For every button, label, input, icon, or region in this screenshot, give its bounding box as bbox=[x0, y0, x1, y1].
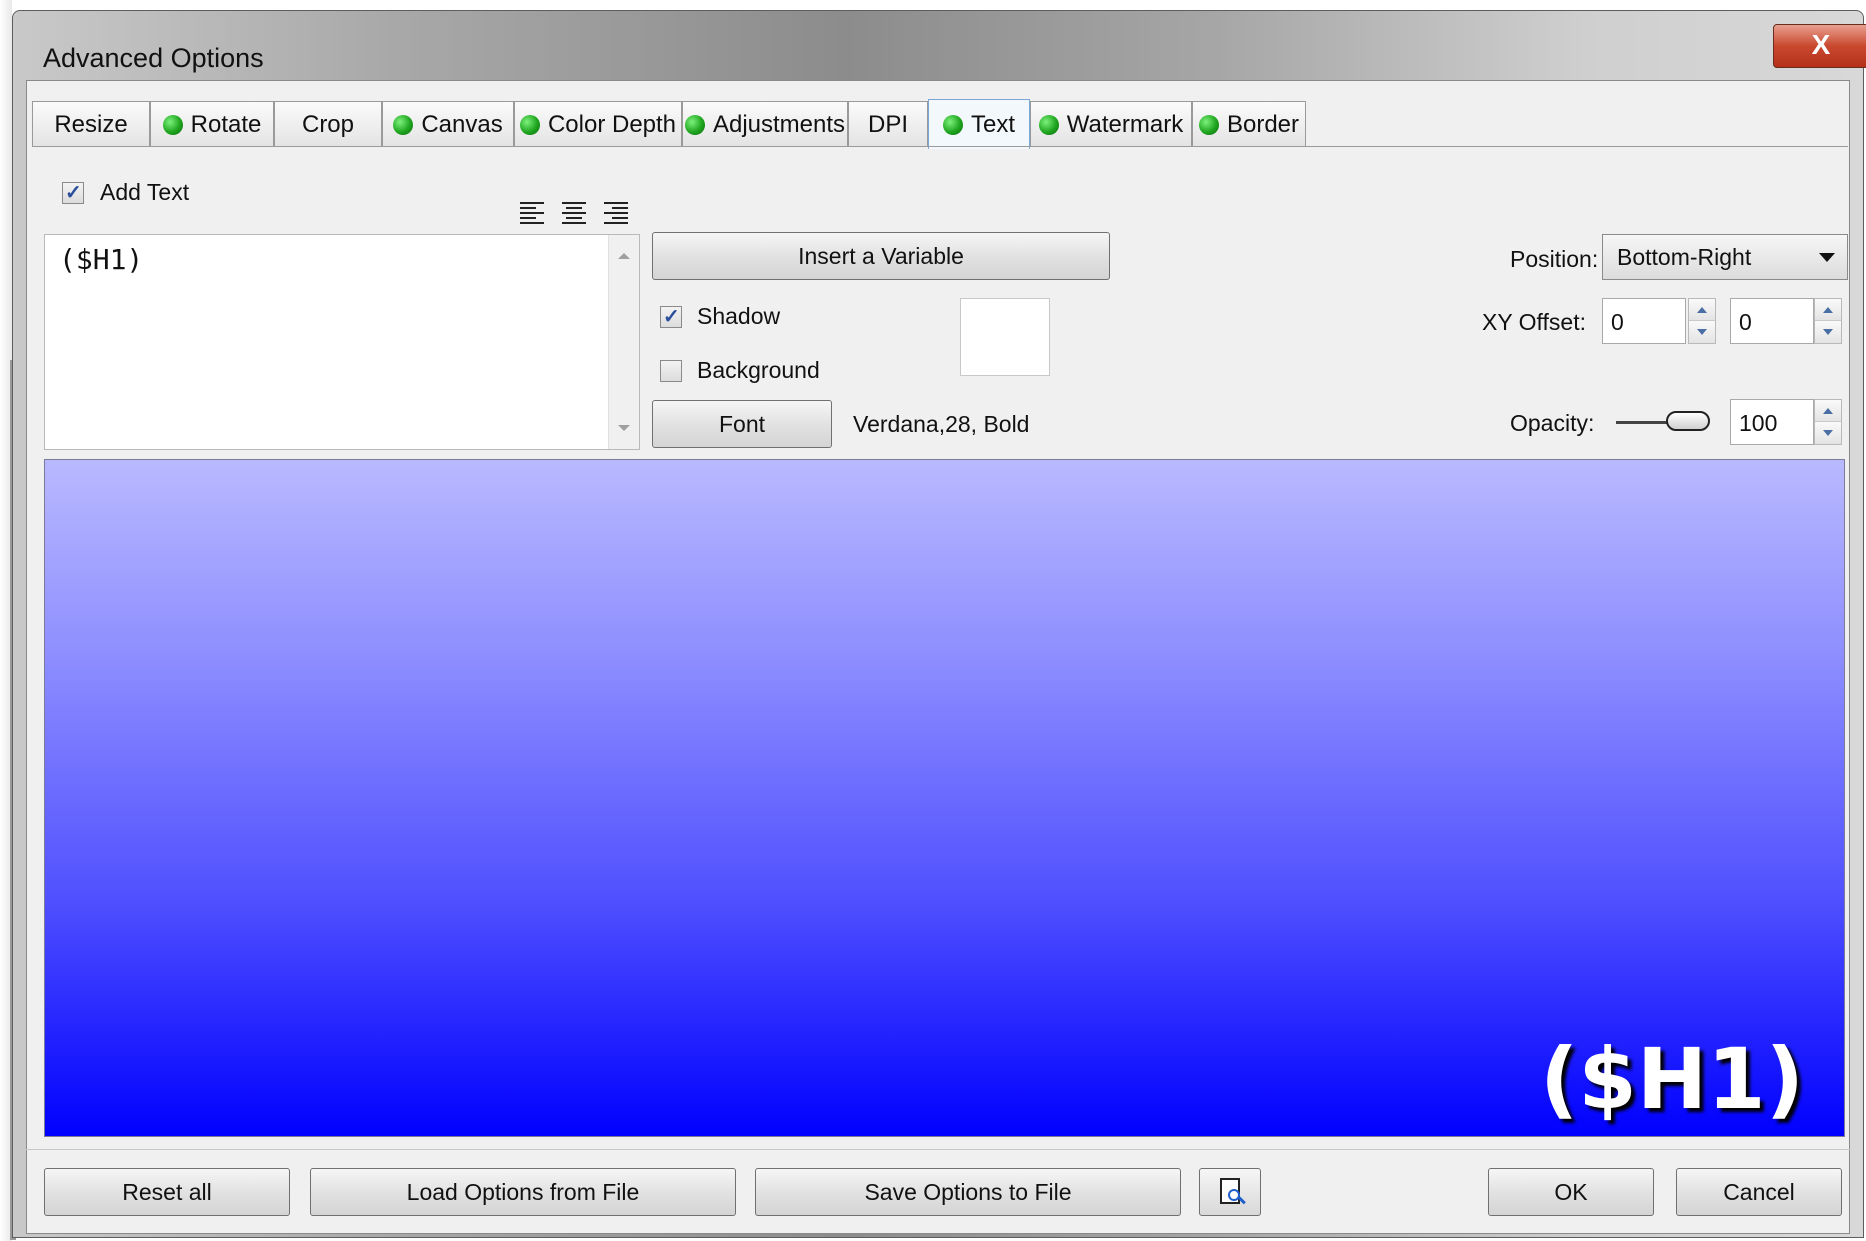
tab-text[interactable]: Text bbox=[928, 99, 1030, 149]
spin-down-icon[interactable] bbox=[1815, 422, 1841, 444]
status-dot-icon bbox=[942, 114, 963, 135]
opacity-slider-thumb[interactable] bbox=[1666, 411, 1710, 431]
tab-watermark[interactable]: Watermark bbox=[1030, 101, 1192, 147]
spin-up-icon[interactable] bbox=[1689, 299, 1715, 321]
tab-resize[interactable]: Resize bbox=[32, 101, 150, 147]
shadow-label: Shadow bbox=[697, 303, 781, 329]
save-options-button[interactable]: Save Options to File bbox=[755, 1168, 1181, 1216]
window-title: Advanced Options bbox=[43, 43, 264, 73]
spin-up-icon[interactable] bbox=[1815, 299, 1841, 321]
text-input-area[interactable]: ($H1) bbox=[44, 234, 640, 450]
status-dot-icon bbox=[519, 114, 540, 135]
text-area-scrollbar[interactable] bbox=[608, 235, 639, 449]
opacity-spinner[interactable] bbox=[1814, 399, 1842, 445]
status-dot-icon bbox=[1198, 114, 1219, 135]
tab-label: Color Depth bbox=[547, 110, 677, 138]
align-center-icon[interactable] bbox=[562, 202, 586, 226]
footer-separator bbox=[26, 1149, 1850, 1150]
cancel-button[interactable]: Cancel bbox=[1676, 1168, 1842, 1216]
status-dot-icon bbox=[162, 114, 183, 135]
ok-button[interactable]: OK bbox=[1488, 1168, 1654, 1216]
shadow-checkbox[interactable] bbox=[660, 304, 682, 329]
tab-canvas[interactable]: Canvas bbox=[382, 101, 514, 147]
close-button[interactable]: X bbox=[1773, 24, 1866, 68]
position-value: Bottom-Right bbox=[1617, 244, 1752, 270]
status-dot-icon bbox=[393, 114, 414, 135]
tab-label: Border bbox=[1226, 110, 1300, 138]
tab-label: DPI bbox=[867, 110, 908, 138]
load-options-button[interactable]: Load Options from File bbox=[310, 1168, 736, 1216]
spin-up-icon[interactable] bbox=[1815, 400, 1841, 422]
font-description: Verdana,28, Bold bbox=[853, 411, 1030, 437]
spin-down-icon[interactable] bbox=[1689, 321, 1715, 343]
tab-label: Adjustments bbox=[712, 110, 846, 138]
tab-label: Resize bbox=[54, 110, 128, 138]
tab-crop[interactable]: Crop bbox=[274, 101, 382, 147]
status-dot-icon bbox=[1038, 114, 1059, 135]
insert-variable-button[interactable]: Insert a Variable bbox=[652, 232, 1110, 280]
x-offset-field[interactable]: 0 bbox=[1602, 298, 1686, 344]
xy-offset-label: XY Offset: bbox=[1482, 309, 1586, 335]
y-offset-field[interactable]: 0 bbox=[1730, 298, 1814, 344]
background-label: Background bbox=[697, 357, 820, 383]
status-dot-icon bbox=[684, 114, 705, 135]
add-text-checkbox[interactable] bbox=[62, 180, 84, 205]
tab-label: Crop bbox=[301, 110, 355, 138]
text-input-value: ($H1) bbox=[59, 243, 144, 276]
chevron-down-icon bbox=[1819, 253, 1835, 262]
opacity-field[interactable]: 100 bbox=[1730, 399, 1814, 445]
preview-button[interactable] bbox=[1199, 1168, 1261, 1216]
opacity-label: Opacity: bbox=[1510, 410, 1595, 436]
opacity-value: 100 bbox=[1739, 410, 1778, 436]
preview-text: ($H1) bbox=[1540, 1030, 1804, 1128]
position-select[interactable]: Bottom-Right bbox=[1602, 234, 1848, 280]
scroll-down-icon[interactable] bbox=[618, 425, 630, 431]
tab-label: Watermark bbox=[1066, 110, 1184, 138]
y-offset-value: 0 bbox=[1739, 309, 1752, 335]
align-left-icon[interactable] bbox=[520, 202, 544, 226]
tab-dpi[interactable]: DPI bbox=[848, 101, 928, 147]
position-label: Position: bbox=[1510, 246, 1599, 272]
tab-color-depth[interactable]: Color Depth bbox=[514, 101, 682, 147]
x-offset-value: 0 bbox=[1611, 309, 1624, 335]
preview-canvas: ($H1) bbox=[44, 459, 1845, 1137]
tab-rotate[interactable]: Rotate bbox=[150, 101, 274, 147]
font-button[interactable]: Font bbox=[652, 400, 832, 448]
align-right-icon[interactable] bbox=[604, 202, 628, 226]
x-offset-spinner[interactable] bbox=[1688, 298, 1716, 344]
tab-label: Text bbox=[970, 110, 1015, 138]
y-offset-spinner[interactable] bbox=[1814, 298, 1842, 344]
add-text-label: Add Text bbox=[100, 179, 190, 205]
scroll-up-icon[interactable] bbox=[618, 253, 630, 259]
tab-label: Canvas bbox=[421, 110, 503, 138]
spin-down-icon[interactable] bbox=[1815, 321, 1841, 343]
tab-border[interactable]: Border bbox=[1192, 101, 1306, 147]
background-checkbox[interactable] bbox=[660, 360, 682, 382]
tab-adjustments[interactable]: Adjustments bbox=[682, 101, 848, 147]
shadow-color-swatch[interactable] bbox=[960, 298, 1050, 376]
reset-all-button[interactable]: Reset all bbox=[44, 1168, 290, 1216]
tab-label: Rotate bbox=[190, 110, 262, 138]
tab-divider bbox=[32, 146, 1848, 147]
